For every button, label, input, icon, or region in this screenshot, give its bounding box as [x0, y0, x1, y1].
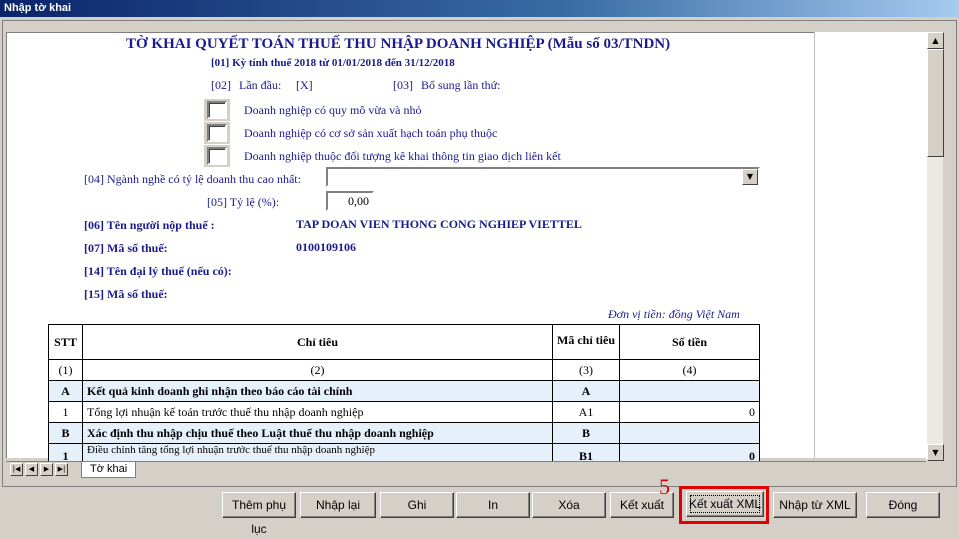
- tax-code-label: [07] Mã số thuế:: [84, 241, 168, 255]
- row-stt: 1: [48, 401, 83, 423]
- tax-period: [01] Kỳ tính thuế 2018 từ 01/01/2018 đến…: [211, 57, 455, 69]
- checkbox-sme-label: Doanh nghiệp có quy mô vừa và nhỏ: [244, 103, 422, 117]
- checkbox-dependent-unit-label: Doanh nghiệp có cơ sở sản xuất hạch toán…: [244, 126, 498, 140]
- form-title: TỜ KHAI QUYẾT TOÁN THUẾ THU NHẬP DOANH N…: [126, 36, 671, 52]
- currency-note: Đơn vị tiền: đồng Việt Nam: [608, 307, 740, 321]
- taxpayer-label: [06] Tên người nộp thuế :: [84, 218, 215, 232]
- supplement-code: [03]: [393, 78, 413, 92]
- export-xml-highlight: [679, 486, 769, 524]
- row-amount[interactable]: [619, 422, 760, 444]
- window-title: Nhập tờ khai: [0, 0, 959, 17]
- sheet-tab-bar: |◀ ◀ ▶ ▶| Tờ khai: [6, 461, 926, 478]
- row-amount[interactable]: [619, 380, 760, 402]
- table-row: B Xác định thu nhập chịu thuế theo Luật …: [48, 422, 760, 444]
- industry-label: [04] Ngành nghề có tỷ lệ doanh thu cao n…: [84, 172, 301, 186]
- row-code: A1: [552, 401, 620, 423]
- checkbox-dependent-unit[interactable]: [207, 124, 227, 142]
- import-xml-button[interactable]: Nhập từ XML: [773, 492, 857, 518]
- row-label: Kết quả kinh doanh ghi nhận theo báo cáo…: [82, 380, 553, 402]
- first-time-code: [02]: [211, 78, 231, 92]
- agent-label: [14] Tên đại lý thuế (nếu có):: [84, 264, 232, 278]
- next-sheet-icon[interactable]: ▶: [40, 463, 53, 476]
- delete-button[interactable]: Xóa: [532, 492, 606, 518]
- tab-to-khai[interactable]: Tờ khai: [81, 462, 137, 478]
- checkbox-related-party[interactable]: [207, 147, 227, 165]
- row-stt: A: [48, 380, 83, 402]
- industry-select[interactable]: ▼: [326, 167, 760, 187]
- col-number: (1): [48, 359, 83, 381]
- row-code: A: [552, 380, 620, 402]
- scroll-thumb[interactable]: [927, 49, 944, 157]
- agent-tax-code-label: [15] Mã số thuế:: [84, 287, 168, 301]
- ratio-input[interactable]: 0,00: [326, 191, 374, 211]
- vertical-scrollbar[interactable]: ▲ ▼: [926, 32, 944, 461]
- scroll-down-icon[interactable]: ▼: [927, 444, 944, 461]
- col-number: (3): [552, 359, 620, 381]
- taxpayer-value: TAP DOAN VIEN THONG CONG NGHIEP VIETTEL: [296, 217, 582, 231]
- last-sheet-icon[interactable]: ▶|: [55, 463, 68, 476]
- first-time-label: Lần đầu:: [239, 78, 282, 92]
- close-button[interactable]: Đóng: [866, 492, 940, 518]
- header-code: Mã chỉ tiêu: [552, 324, 620, 360]
- form-right-margin: [814, 32, 926, 458]
- header-indicator: Chỉ tiêu: [82, 324, 553, 360]
- col-number: (4): [619, 359, 760, 381]
- header-amount: Số tiền: [619, 324, 760, 360]
- checkbox-sme[interactable]: [207, 101, 227, 119]
- step-number-annotation: 5: [659, 474, 670, 499]
- checkbox-related-party-label: Doanh nghiệp thuộc đối tượng kê khai thô…: [244, 149, 561, 163]
- ratio-label: [05] Tỷ lệ (%):: [207, 195, 280, 209]
- first-sheet-icon[interactable]: |◀: [10, 463, 23, 476]
- prev-sheet-icon[interactable]: ◀: [25, 463, 38, 476]
- first-time-value[interactable]: [X]: [296, 78, 313, 93]
- declaration-table: STT Chỉ tiêu Mã chỉ tiêu Số tiền (1) (2)…: [48, 324, 760, 465]
- table-header-row: STT Chỉ tiêu Mã chỉ tiêu Số tiền: [48, 324, 760, 360]
- table-row: 1 Tổng lợi nhuận kế toán trước thuế thu …: [48, 401, 760, 423]
- table-column-number-row: (1) (2) (3) (4): [48, 359, 760, 381]
- row-label: Tổng lợi nhuận kế toán trước thuế thu nh…: [82, 401, 553, 423]
- chevron-down-icon[interactable]: ▼: [742, 169, 758, 185]
- row-amount[interactable]: 0: [619, 401, 760, 423]
- reenter-button[interactable]: Nhập lại: [300, 492, 376, 518]
- row-label: Xác định thu nhập chịu thuế theo Luật th…: [82, 422, 553, 444]
- col-number: (2): [82, 359, 553, 381]
- supplement-label: Bổ sung lần thứ:: [421, 78, 501, 92]
- tax-code-value: 0100109106: [296, 240, 356, 254]
- header-stt: STT: [48, 324, 83, 360]
- print-button[interactable]: In: [456, 492, 530, 518]
- add-appendix-button[interactable]: Thêm phụ lục: [222, 492, 296, 536]
- scroll-up-icon[interactable]: ▲: [927, 32, 944, 49]
- row-stt: B: [48, 422, 83, 444]
- save-button[interactable]: Ghi: [380, 492, 454, 518]
- row-code: B: [552, 422, 620, 444]
- table-row: A Kết quả kinh doanh ghi nhận theo báo c…: [48, 380, 760, 402]
